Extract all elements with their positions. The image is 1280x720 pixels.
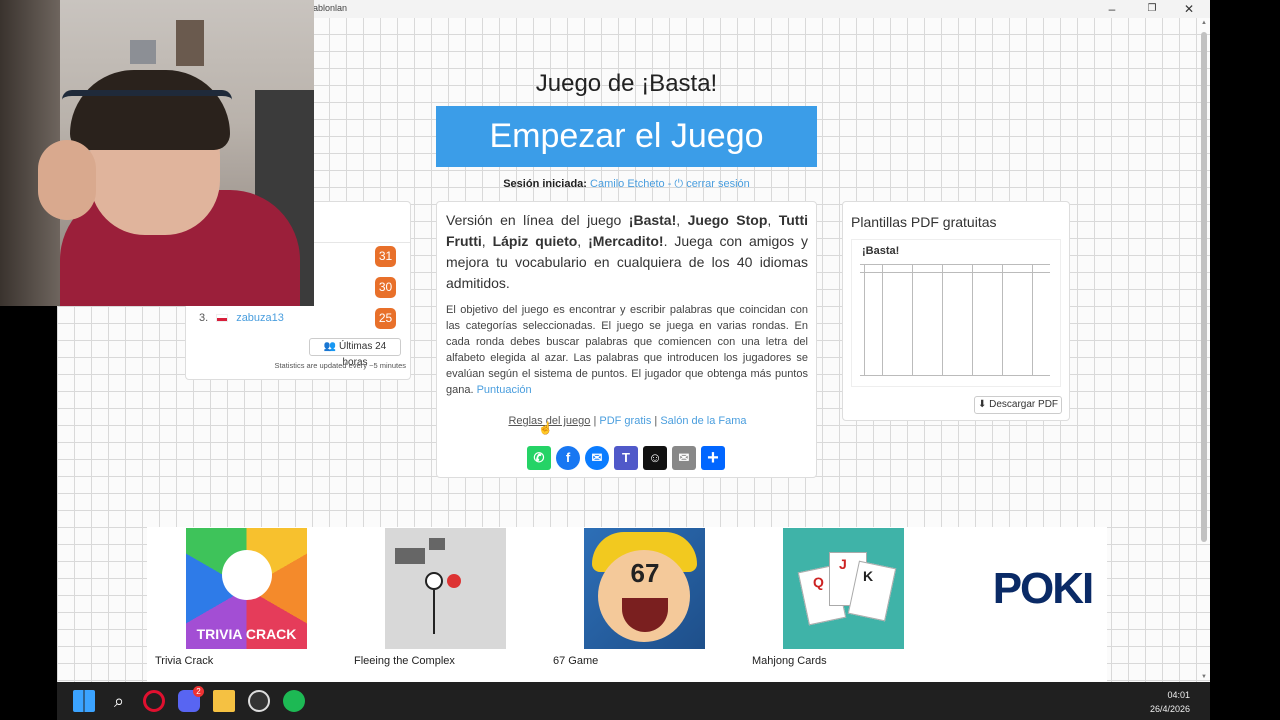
screen: ablonlan – ❐ ✕ ▲ ▼ Juego de ¡Basta! Empe… (0, 0, 1280, 720)
fleeing-the-complex-thumbnail (385, 528, 506, 649)
link-separator: | (654, 415, 658, 427)
power-icon: ⏻ (674, 178, 684, 190)
intro-text: Versión en línea del juego ¡Basta!, Jueg… (446, 212, 809, 291)
game-name: ¡Basta! (628, 212, 677, 228)
snapchat-icon[interactable]: ☺ (643, 446, 667, 470)
taskbar: ⌕ 2 04:01 26/4/2026 (57, 682, 1210, 720)
search-icon[interactable]: ⌕ (108, 690, 130, 712)
pdf-preview-image[interactable]: ¡Basta! (851, 239, 1061, 387)
windows-icon[interactable] (73, 690, 95, 712)
poki-logo: POKI (982, 528, 1103, 649)
game-name: Juego Stop (687, 212, 768, 228)
last-24-hours-button[interactable]: 👥 Últimas 24 horas (309, 338, 401, 368)
scrollbar[interactable]: ▲ ▼ (1200, 20, 1208, 680)
info-card: Versión en línea del juego ¡Basta!, Jueg… (436, 201, 817, 478)
close-button[interactable]: ✕ (1177, 1, 1201, 17)
67-game-thumbnail: 67 (584, 528, 705, 649)
thumb-text: TRIVIA CRACK (196, 626, 297, 642)
obs-icon[interactable] (248, 690, 270, 712)
scroll-up-icon[interactable]: ▲ (1200, 20, 1208, 26)
games-strip: TRIVIA CRACK Trivia Crack Fleeing the Co… (147, 527, 1107, 682)
download-icon: ⬇ (977, 399, 987, 410)
users-icon: 👥 (323, 341, 337, 352)
game-label: Fleeing the Complex (354, 655, 455, 667)
game-tile-fleeing-the-complex[interactable]: Fleeing the Complex (346, 527, 545, 682)
score-badge: 25 (375, 308, 396, 329)
files-icon[interactable] (213, 690, 235, 712)
scoring-link[interactable]: Puntuación (477, 384, 532, 396)
page-title: Juego de ¡Basta! (535, 70, 718, 97)
game-tile-trivia-crack[interactable]: TRIVIA CRACK Trivia Crack (147, 527, 346, 682)
mouse-cursor-icon: ☝ (538, 421, 553, 435)
score-badge: 31 (375, 246, 396, 267)
share-icon[interactable]: + (701, 446, 725, 470)
discord-icon[interactable]: 2 (178, 686, 204, 712)
game-label: Trivia Crack (155, 655, 214, 667)
window-title: ablonlan (313, 3, 348, 13)
maximize-button[interactable]: ❐ (1140, 1, 1164, 17)
leaderboard-row: 3. zabuza13 (199, 312, 284, 324)
clock-date: 26/4/2026 (1149, 704, 1190, 714)
game-links: Reglas del juego | PDF gratis | Salón de… (437, 415, 818, 427)
intro-start: Versión en línea del juego (446, 212, 629, 228)
rank-number: 3. (199, 312, 209, 324)
clock[interactable]: 04:01 26/4/2026 (1150, 688, 1190, 716)
game-name: ¡Mercadito! (588, 233, 664, 249)
messenger-icon[interactable]: ✉ (585, 446, 609, 470)
game-name: Lápiz quieto (492, 233, 578, 249)
mahjong-cards-thumbnail: Q J K (783, 528, 904, 649)
minimize-button[interactable]: – (1100, 1, 1124, 17)
session-separator: - (667, 178, 672, 190)
thumb-text: 67 (630, 558, 660, 588)
pdf-card-title: Plantillas PDF gratuitas (851, 214, 997, 230)
scroll-thumb[interactable] (1201, 32, 1207, 542)
session-info: Sesión iniciada: Camilo Etcheto - ⏻ cerr… (436, 178, 817, 191)
user-link[interactable]: Camilo Etcheto (590, 178, 665, 190)
game-label: Mahjong Cards (752, 655, 827, 667)
link-separator: | (593, 415, 597, 427)
game-description: El objetivo del juego es encontrar y esc… (446, 302, 808, 398)
facebook-icon[interactable]: f (556, 446, 580, 470)
game-tile-mahjong-cards[interactable]: Q J K Mahjong Cards (744, 527, 943, 682)
poki-logo-tile[interactable]: POKI (943, 527, 1142, 682)
stats-note: Statistics are updated every ~5 minutes (274, 361, 406, 370)
score-badge: 30 (375, 277, 396, 298)
download-pdf-button[interactable]: ⬇ Descargar PDF (974, 396, 1062, 414)
scroll-down-icon[interactable]: ▼ (1200, 674, 1208, 680)
opera-icon[interactable] (143, 690, 165, 712)
start-game-button[interactable]: Empezar el Juego (436, 106, 817, 167)
email-icon[interactable]: ✉ (672, 446, 696, 470)
logout-link[interactable]: cerrar sesión (686, 178, 750, 190)
pdf-templates-card: Plantillas PDF gratuitas ¡Basta! ⬇ Desca… (842, 201, 1070, 421)
whatsapp-icon[interactable]: ✆ (527, 446, 551, 470)
notification-badge: 2 (193, 686, 204, 697)
game-tile-67-game[interactable]: 67 67 Game (545, 527, 744, 682)
description-text: El objetivo del juego es encontrar y esc… (446, 304, 808, 396)
player-link[interactable]: zabuza13 (236, 312, 284, 324)
game-label: 67 Game (553, 655, 599, 667)
webcam-overlay (0, 0, 314, 306)
session-label: Sesión iniciada: (503, 178, 587, 190)
poland-flag-icon (216, 314, 229, 323)
download-pdf-label: Descargar PDF (989, 399, 1059, 410)
teams-icon[interactable]: T (614, 446, 638, 470)
trivia-crack-thumbnail: TRIVIA CRACK (186, 528, 307, 649)
spotify-icon[interactable] (283, 690, 305, 712)
hall-of-fame-link[interactable]: Salón de la Fama (660, 415, 746, 427)
pdf-link[interactable]: PDF gratis (599, 415, 651, 427)
poki-logo-text: POKI (992, 564, 1095, 613)
clock-time: 04:01 (1167, 690, 1190, 700)
pdf-preview-title: ¡Basta! (862, 245, 900, 257)
